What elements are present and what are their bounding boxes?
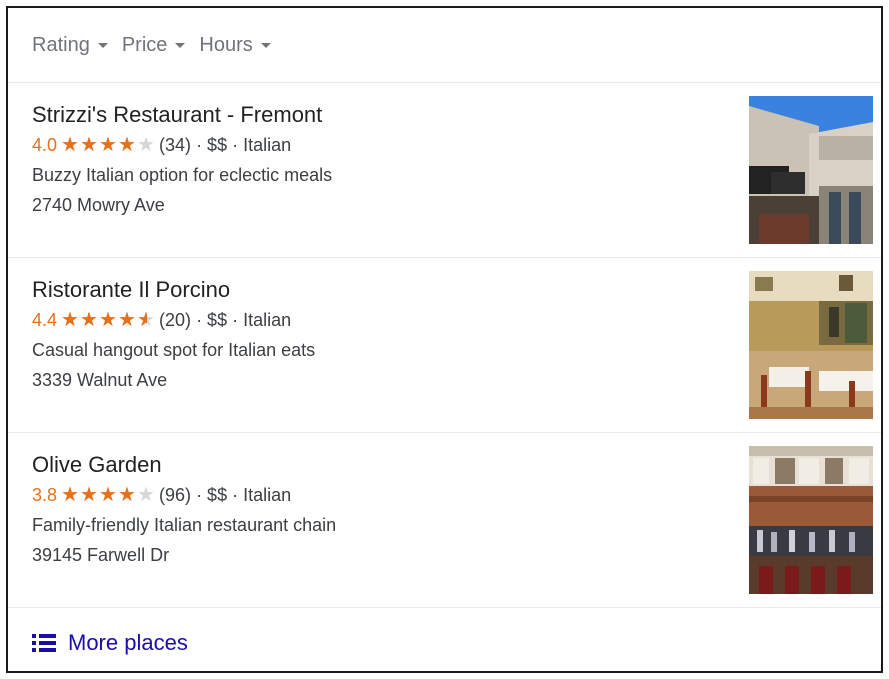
place-address: 39145 Farwell Dr bbox=[32, 545, 170, 565]
star-icon: ★★ bbox=[61, 134, 79, 156]
list-icon bbox=[32, 634, 56, 652]
place-info: Olive Garden 3.8 ★★★★★★★★★★ (96) · $$ · … bbox=[32, 450, 336, 570]
filter-hours[interactable]: Hours bbox=[199, 33, 271, 57]
filter-rating[interactable]: Rating bbox=[32, 34, 108, 57]
review-count[interactable]: (96) bbox=[159, 480, 191, 510]
rating-value: 3.8 bbox=[32, 485, 58, 505]
star-icon: ★★ bbox=[99, 134, 117, 156]
filter-label: Price bbox=[121, 33, 168, 56]
place-info: Ristorante Il Porcino 4.4 ★★★★★★★★★★ (20… bbox=[32, 275, 315, 395]
star-icon: ★★ bbox=[61, 484, 79, 506]
star-icon: ★★ bbox=[99, 309, 117, 331]
filter-label: Rating bbox=[32, 33, 90, 56]
place-photo[interactable] bbox=[749, 446, 873, 594]
star-icon: ★★ bbox=[99, 484, 117, 506]
star-icon: ★★ bbox=[118, 484, 136, 506]
place-photo[interactable] bbox=[749, 96, 873, 244]
chevron-down-icon bbox=[175, 42, 186, 48]
rating-value: 4.4 bbox=[32, 310, 58, 330]
star-icon: ★★ bbox=[80, 309, 98, 331]
filter-price[interactable]: Price bbox=[122, 34, 186, 57]
local-results-card: Rating Price Hours Strizzi's Restaurant … bbox=[6, 6, 883, 673]
place-address: 3339 Walnut Ave bbox=[32, 370, 168, 390]
rating-row: 3.8 ★★★★★★★★★★ (96) · $$ · Italian bbox=[32, 480, 336, 510]
price-category: · $$ · Italian bbox=[196, 485, 292, 505]
star-icon: ★★ bbox=[118, 134, 136, 156]
star-icon: ★★ bbox=[61, 309, 79, 331]
place-name[interactable]: Strizzi's Restaurant - Fremont bbox=[32, 100, 332, 130]
place-result[interactable]: Ristorante Il Porcino 4.4 ★★★★★★★★★★ (20… bbox=[8, 258, 881, 433]
star-rating: ★★★★★★★★★★ bbox=[61, 135, 156, 155]
place-info: Strizzi's Restaurant - Fremont 4.0 ★ ★ ★ ★ ★… bbox=[32, 100, 332, 220]
star-icon: ★★ bbox=[137, 134, 155, 156]
chevron-down-icon bbox=[260, 42, 271, 48]
place-name[interactable]: Ristorante Il Porcino bbox=[32, 275, 315, 305]
price-category: · $$ · Italian bbox=[196, 135, 292, 155]
place-result[interactable]: Strizzi's Restaurant - Fremont 4.0 ★ ★ ★ ★ ★… bbox=[8, 83, 881, 258]
filter-bar: Rating Price Hours bbox=[8, 8, 881, 83]
star-icon: ★★ bbox=[137, 309, 155, 331]
place-description: Family-friendly Italian restaurant chain bbox=[32, 515, 337, 535]
star-icon: ★★ bbox=[137, 484, 155, 506]
star-rating: ★★★★★★★★★★ bbox=[61, 310, 156, 330]
chevron-down-icon bbox=[97, 42, 108, 48]
price-category: · $$ · Italian bbox=[196, 310, 292, 330]
review-count[interactable]: (20) bbox=[159, 305, 191, 335]
star-icon: ★★ bbox=[118, 309, 136, 331]
star-icon: ★★ bbox=[80, 484, 98, 506]
more-places-label: More places bbox=[68, 630, 188, 655]
star-rating: ★★★★★★★★★★ bbox=[61, 485, 156, 505]
more-places-link[interactable]: More places bbox=[8, 608, 881, 671]
rating-row: 4.0 ★★★★★★★★★★ (34) · $$ · Italian bbox=[32, 130, 332, 160]
rating-value: 4.0 bbox=[32, 135, 58, 155]
place-description: Casual hangout spot for Italian eats bbox=[32, 340, 316, 360]
rating-row: 4.4 ★★★★★★★★★★ (20) · $$ · Italian bbox=[32, 305, 315, 335]
place-result[interactable]: Olive Garden 3.8 ★★★★★★★★★★ (96) · $$ · … bbox=[8, 433, 881, 608]
filter-label: Hours bbox=[199, 33, 253, 56]
review-count[interactable]: (34) bbox=[159, 130, 191, 160]
place-name[interactable]: Olive Garden bbox=[32, 450, 336, 480]
place-photo[interactable] bbox=[749, 271, 873, 419]
place-description: Buzzy Italian option for eclectic meals bbox=[32, 165, 333, 185]
place-address: 2740 Mowry Ave bbox=[32, 195, 165, 215]
star-icon: ★★ bbox=[80, 134, 98, 156]
